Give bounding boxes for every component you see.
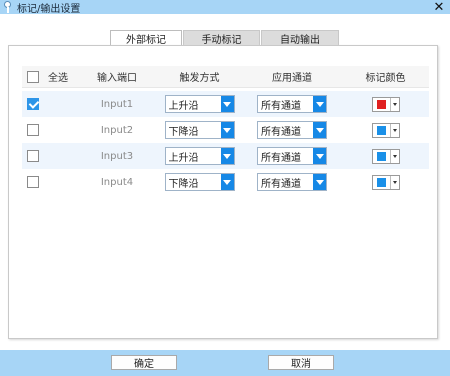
trigger-select[interactable]: 下降沿 <box>164 173 235 191</box>
channel-select[interactable]: 所有通道 <box>257 173 327 191</box>
close-icon[interactable]: ✕ <box>432 0 446 15</box>
color-picker[interactable] <box>371 174 400 190</box>
tab-external-marker[interactable]: 外部标记 <box>110 30 182 46</box>
channel-select[interactable]: 所有通道 <box>257 147 327 165</box>
header-port: 输入端口 <box>97 73 137 84</box>
header-color: 标记颜色 <box>365 73 406 84</box>
trigger-select[interactable]: 下降沿 <box>164 121 235 139</box>
chevron-down-icon <box>313 96 326 112</box>
header-channel: 应用通道 <box>272 73 312 84</box>
channel-select[interactable]: 所有通道 <box>257 95 327 113</box>
tab-manual-marker[interactable]: 手动标记 <box>183 30 260 46</box>
button-bar: 确定 取消 <box>0 350 450 376</box>
trigger-select[interactable]: 上升沿 <box>164 147 235 165</box>
table-row: Input3 上升沿 所有通道 <box>22 143 429 169</box>
table-row: Input2 下降沿 所有通道 <box>22 117 429 143</box>
row-checkbox[interactable] <box>27 98 39 110</box>
tab-bar: 外部标记 手动标记 自动输出 <box>110 30 340 46</box>
chevron-down-icon <box>313 174 326 190</box>
ok-button[interactable]: 确定 <box>111 355 177 370</box>
channel-select[interactable]: 所有通道 <box>257 121 327 139</box>
trigger-select[interactable]: 上升沿 <box>164 95 235 113</box>
chevron-down-icon <box>220 96 234 112</box>
color-picker[interactable] <box>371 122 400 138</box>
dialog-content: 外部标记 手动标记 自动输出 全选 输入端口 触发方式 应用通道 标记颜色 In… <box>0 14 450 350</box>
row-checkbox[interactable] <box>27 124 39 136</box>
select-all-cell: 全选 <box>22 69 77 84</box>
dropdown-arrow-icon <box>389 97 399 111</box>
cancel-button[interactable]: 取消 <box>268 355 334 370</box>
port-label: Input1 <box>100 98 134 110</box>
color-picker[interactable] <box>371 96 400 112</box>
tab-panel: 全选 输入端口 触发方式 应用通道 标记颜色 Input1 上升沿 所有通道 I… <box>8 45 438 339</box>
dropdown-arrow-icon <box>389 175 399 189</box>
chevron-down-icon <box>313 148 326 164</box>
pin-icon <box>3 1 13 13</box>
color-swatch <box>376 177 386 187</box>
select-all-checkbox[interactable] <box>27 70 39 83</box>
tab-auto-output[interactable]: 自动输出 <box>261 30 339 46</box>
color-swatch <box>376 151 386 161</box>
select-all-label: 全选 <box>48 73 68 84</box>
port-label: Input4 <box>100 176 134 188</box>
header-trigger: 触发方式 <box>179 73 220 84</box>
table-row: Input4 下降沿 所有通道 <box>22 169 429 195</box>
row-checkbox[interactable] <box>27 176 39 188</box>
dropdown-arrow-icon <box>389 123 399 137</box>
color-picker[interactable] <box>371 148 400 164</box>
marker-table: 全选 输入端口 触发方式 应用通道 标记颜色 Input1 上升沿 所有通道 I… <box>22 66 429 195</box>
chevron-down-icon <box>220 174 234 190</box>
chevron-down-icon <box>220 148 234 164</box>
port-label: Input3 <box>100 150 134 162</box>
color-swatch <box>376 99 386 109</box>
dropdown-arrow-icon <box>389 149 399 163</box>
title-bar: 标记/输出设置 ✕ <box>0 0 450 15</box>
window-title: 标记/输出设置 <box>17 3 81 15</box>
chevron-down-icon <box>313 122 326 138</box>
port-label: Input2 <box>100 124 134 136</box>
color-swatch <box>376 125 386 135</box>
row-checkbox[interactable] <box>27 150 39 162</box>
table-row: Input1 上升沿 所有通道 <box>22 91 429 117</box>
table-header: 全选 输入端口 触发方式 应用通道 标记颜色 <box>22 66 429 88</box>
chevron-down-icon <box>220 122 234 138</box>
